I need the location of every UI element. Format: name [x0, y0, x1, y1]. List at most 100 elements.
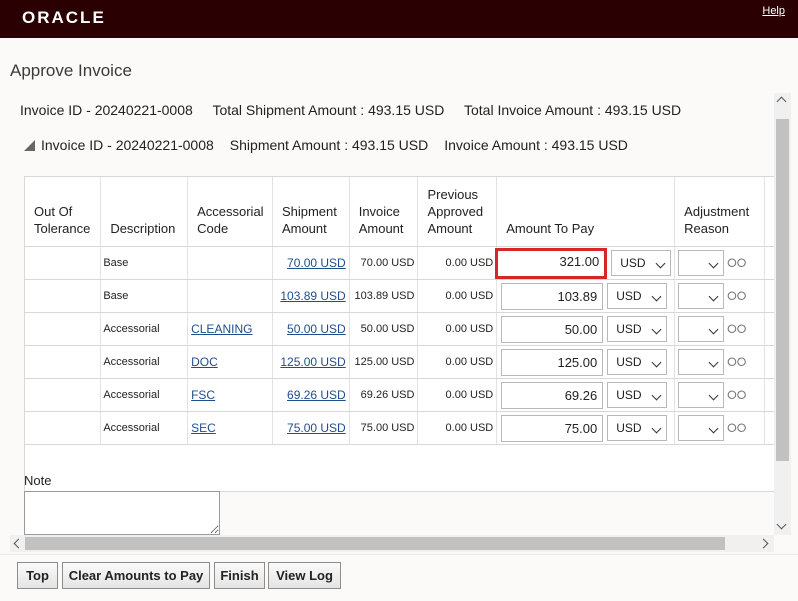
shipment-amount-link[interactable]: 69.26 USD [287, 388, 346, 402]
scroll-left-icon[interactable] [13, 538, 24, 549]
description-cell: Accessorial [100, 312, 189, 346]
scroll-right-icon[interactable] [758, 538, 769, 549]
previous-approved-cell: 0.00 USD [417, 246, 498, 280]
adjustment-reason-select[interactable] [678, 382, 725, 408]
adjustment-reason-cell: ⭘⭘ [674, 378, 765, 412]
amount-to-pay-cell: 50.00 USD [496, 312, 676, 346]
glasses-icon[interactable]: ⭘⭘ [727, 355, 746, 370]
chevron-down-icon [651, 324, 662, 335]
adjustment-reason-cell: ⭘⭘ [674, 279, 765, 313]
table-row: Accessorial FSC 69.26 USD 69.26 USD 0.00 USD… [25, 378, 775, 412]
description-cell: Base [100, 279, 189, 313]
chevron-down-icon [651, 390, 662, 401]
chevron-down-icon [655, 258, 666, 269]
oracle-logo: ORACLE [22, 8, 106, 27]
glasses-icon[interactable]: ⭘⭘ [727, 421, 746, 436]
filler-cell [764, 378, 775, 412]
sub-shipment-amount: Shipment Amount : 493.15 USD [229, 137, 429, 153]
horizontal-scroll-thumb[interactable] [25, 537, 725, 550]
vertical-scrollbar[interactable] [774, 93, 791, 535]
table-row: Accessorial CLEANING 50.00 USD 50.00 USD 0.0… [25, 312, 775, 346]
col-description: Description [100, 177, 189, 247]
amount-to-pay-input[interactable]: 125.00 [501, 348, 604, 376]
finish-button[interactable]: Finish [214, 562, 265, 589]
glasses-icon[interactable]: ⭘⭘ [727, 256, 746, 271]
invoice-amount-cell: 69.26 USD [349, 378, 419, 412]
page-title: Approve Invoice [10, 61, 132, 80]
shipment-amount-link[interactable]: 125.00 USD [280, 355, 345, 369]
adjustment-reason-select[interactable] [678, 415, 725, 441]
out-of-tolerance-cell [25, 312, 102, 346]
invoice-amount-cell: 50.00 USD [349, 312, 419, 346]
amount-to-pay-cell: 69.26 USD [496, 378, 676, 412]
table-header-row: Out Of Tolerance Description Accessorial… [25, 177, 775, 247]
accessorial-code-link[interactable]: FSC [191, 388, 215, 402]
adjustment-reason-select[interactable] [678, 316, 725, 342]
description-cell: Accessorial [100, 411, 189, 445]
accessorial-code-link[interactable]: CLEANING [191, 322, 252, 336]
shipment-amount-cell: 70.00 USD [272, 246, 350, 280]
invoice-subsummary: Invoice ID - 20240221-0008 Shipment Amoun… [24, 137, 644, 153]
adjustment-reason-cell: ⭘⭘ [674, 411, 765, 445]
glasses-icon[interactable]: ⭘⭘ [727, 322, 746, 337]
previous-approved-cell: 0.00 USD [417, 378, 498, 412]
accessorial-code-link[interactable]: DOC [191, 355, 218, 369]
scroll-down-icon[interactable] [776, 519, 787, 530]
collapse-triangle-icon[interactable] [24, 140, 35, 151]
amount-to-pay-input[interactable]: 103.89 [501, 282, 604, 310]
page-content: Approve Invoice Invoice ID - 20240221-00… [0, 38, 798, 601]
adjustment-reason-select[interactable] [678, 283, 725, 309]
amount-to-pay-cell: 125.00 USD [496, 345, 676, 379]
chevron-down-icon [651, 423, 662, 434]
shipment-amount-link[interactable]: 75.00 USD [287, 421, 346, 435]
currency-select[interactable]: USD [607, 415, 668, 441]
col-out-of-tolerance: Out Of Tolerance [25, 177, 102, 247]
description-cell: Accessorial [100, 345, 189, 379]
amount-to-pay-input[interactable]: 50.00 [501, 315, 604, 343]
col-previous-approved: Previous Approved Amount [417, 177, 498, 247]
glasses-icon[interactable]: ⭘⭘ [727, 388, 746, 403]
invoice-lines-table: Out Of Tolerance Description Accessorial… [25, 177, 775, 445]
adjustment-reason-select[interactable] [678, 349, 725, 375]
shipment-amount-link[interactable]: 50.00 USD [287, 322, 346, 336]
col-adjustment-reason: Adjustment Reason [674, 177, 765, 247]
vertical-scroll-thumb[interactable] [776, 119, 789, 461]
amount-to-pay-input[interactable]: 321.00 [495, 247, 608, 279]
accessorial-code-cell [187, 246, 273, 280]
glasses-icon[interactable]: ⭘⭘ [727, 289, 746, 304]
currency-select[interactable]: USD [611, 250, 672, 276]
shipment-amount-cell: 103.89 USD [272, 279, 350, 313]
note-textarea[interactable] [24, 491, 220, 535]
currency-select[interactable]: USD [607, 283, 668, 309]
previous-approved-cell: 0.00 USD [417, 345, 498, 379]
previous-approved-cell: 0.00 USD [417, 312, 498, 346]
adjustment-reason-select[interactable] [678, 250, 725, 276]
help-link[interactable]: Help [762, 5, 785, 17]
currency-select[interactable]: USD [607, 349, 668, 375]
invoice-amount-cell: 70.00 USD [349, 246, 419, 280]
currency-select[interactable]: USD [607, 316, 668, 342]
button-bar: Top Clear Amounts to Pay Finish View Log [0, 554, 798, 601]
amount-to-pay-input[interactable]: 69.26 [501, 381, 604, 409]
amount-to-pay-input[interactable]: 75.00 [501, 414, 604, 442]
shipment-amount-link[interactable]: 103.89 USD [280, 289, 345, 303]
horizontal-scrollbar[interactable] [10, 535, 774, 552]
scroll-up-icon[interactable] [776, 96, 787, 107]
currency-select[interactable]: USD [607, 382, 668, 408]
view-log-button[interactable]: View Log [268, 562, 341, 589]
accessorial-code-link[interactable]: SEC [191, 421, 216, 435]
out-of-tolerance-cell [25, 246, 102, 280]
top-button[interactable]: Top [17, 562, 58, 589]
note-label: Note [24, 473, 52, 488]
out-of-tolerance-cell [25, 411, 102, 445]
filler-cell [764, 312, 775, 346]
adjustment-reason-cell: ⭘⭘ [674, 246, 765, 280]
adjustment-reason-cell: ⭘⭘ [674, 312, 765, 346]
col-accessorial-code: Accessorial Code [187, 177, 273, 247]
filler-cell [764, 411, 775, 445]
clear-amounts-button[interactable]: Clear Amounts to Pay [62, 562, 210, 589]
shipment-amount-link[interactable]: 70.00 USD [287, 256, 346, 270]
summary-invoice-id: Invoice ID - 20240221-0008 [20, 102, 193, 118]
accessorial-code-cell: CLEANING [187, 312, 273, 346]
previous-approved-cell: 0.00 USD [417, 411, 498, 445]
